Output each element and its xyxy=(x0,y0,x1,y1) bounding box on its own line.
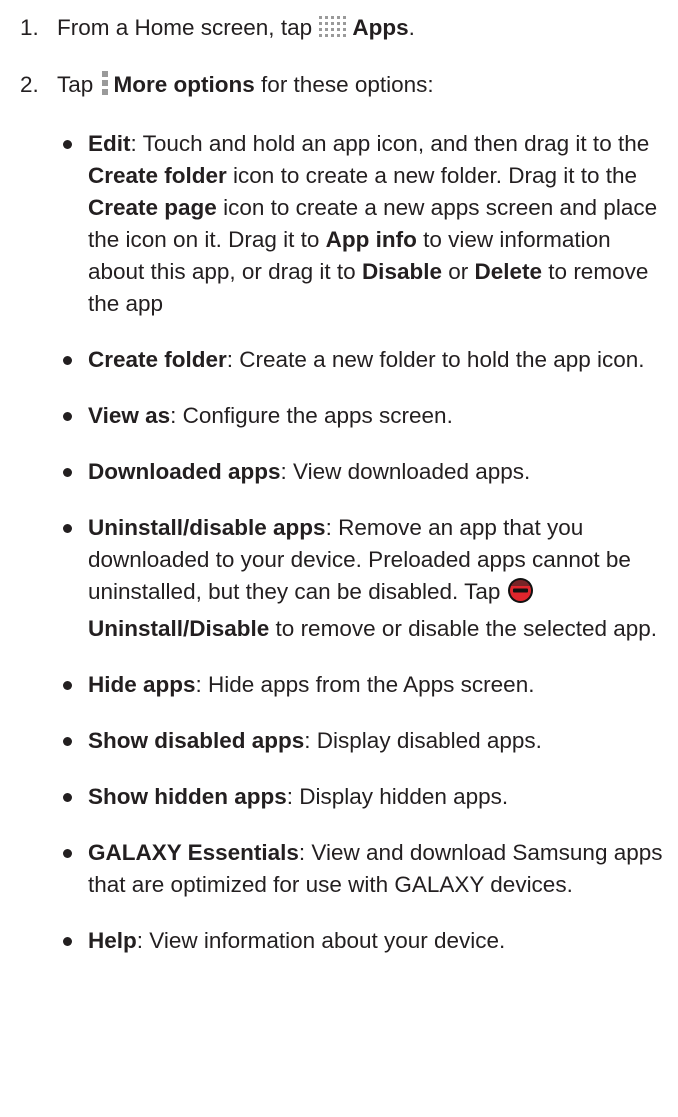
option-item: Create folder: Create a new folder to ho… xyxy=(60,344,672,376)
more-options-icon xyxy=(100,69,110,106)
option-description: : Hide apps from the Apps screen. xyxy=(195,672,535,697)
bullet-dot xyxy=(63,681,72,690)
option-description: : Touch and hold an app icon, and then d… xyxy=(130,131,650,156)
option-description: or xyxy=(441,259,475,284)
option-text: Show disabled apps: Display disabled app… xyxy=(88,725,672,757)
option-text: Help: View information about your device… xyxy=(88,925,672,957)
step-text-before: From a Home screen, tap xyxy=(57,15,313,40)
bullet-dot xyxy=(63,524,72,533)
step-text: Tap More options for these options: xyxy=(57,69,668,106)
option-term: App info xyxy=(325,227,417,252)
option-description: : View information about your device. xyxy=(136,928,506,953)
option-description: to remove or disable the selected app. xyxy=(269,616,658,641)
option-term: Uninstall/Disable xyxy=(88,616,270,641)
option-item: Show hidden apps: Display hidden apps. xyxy=(60,781,672,813)
option-description: icon to create a new folder. Drag it to … xyxy=(226,163,638,188)
step-text-after: for these options: xyxy=(254,72,434,97)
option-text: Uninstall/disable apps: Remove an app th… xyxy=(88,512,672,645)
option-term: Edit xyxy=(88,131,131,156)
step-number: 1. xyxy=(20,15,39,40)
step-text-after: . xyxy=(408,15,415,40)
option-description: : Configure the apps screen. xyxy=(170,403,453,428)
option-term: Create folder xyxy=(88,347,227,372)
instructions-page: 1. From a Home screen, tap Apps. 2. Tap xyxy=(0,0,678,1117)
step-text: From a Home screen, tap Apps. xyxy=(57,12,668,49)
bullet-dot xyxy=(63,849,72,858)
option-item: Edit: Touch and hold an app icon, and th… xyxy=(60,128,672,320)
option-item: View as: Configure the apps screen. xyxy=(60,400,672,432)
option-term: GALAXY Essentials xyxy=(88,840,299,865)
option-description: : Display disabled apps. xyxy=(304,728,542,753)
apps-grid-icon xyxy=(318,14,348,49)
option-text: Show hidden apps: Display hidden apps. xyxy=(88,781,672,813)
option-term: Help xyxy=(88,928,137,953)
option-item: GALAXY Essentials: View and download Sam… xyxy=(60,837,672,901)
option-item: Downloaded apps: View downloaded apps. xyxy=(60,456,672,488)
option-term: Downloaded apps xyxy=(88,459,281,484)
bullet-dot xyxy=(63,356,72,365)
options-list: Edit: Touch and hold an app icon, and th… xyxy=(60,128,672,981)
bullet-dot xyxy=(63,468,72,477)
option-term: Create page xyxy=(88,195,217,220)
option-text: Hide apps: Hide apps from the Apps scree… xyxy=(88,669,672,701)
option-term: Show hidden apps xyxy=(88,784,287,809)
option-item: Show disabled apps: Display disabled app… xyxy=(60,725,672,757)
step-number: 2. xyxy=(20,72,39,97)
bullet-dot xyxy=(63,793,72,802)
bullet-dot xyxy=(63,937,72,946)
option-text: Create folder: Create a new folder to ho… xyxy=(88,344,672,376)
option-description: : Create a new folder to hold the app ic… xyxy=(226,347,645,372)
uninstall-disable-icon xyxy=(507,577,534,613)
option-item: Uninstall/disable apps: Remove an app th… xyxy=(60,512,672,645)
option-description: : Display hidden apps. xyxy=(286,784,509,809)
bullet-dot xyxy=(63,140,72,149)
option-description: : View downloaded apps. xyxy=(280,459,531,484)
option-term: Hide apps xyxy=(88,672,196,697)
option-term: Uninstall/disable apps xyxy=(88,515,326,540)
bullet-dot xyxy=(63,737,72,746)
option-text: Edit: Touch and hold an app icon, and th… xyxy=(88,128,672,320)
option-term: View as xyxy=(88,403,171,428)
option-term: Delete xyxy=(474,259,543,284)
option-item: Hide apps: Hide apps from the Apps scree… xyxy=(60,669,672,701)
option-item: Help: View information about your device… xyxy=(60,925,672,957)
option-text: Downloaded apps: View downloaded apps. xyxy=(88,456,672,488)
option-term: Disable xyxy=(361,259,442,284)
option-term: Create folder xyxy=(88,163,227,188)
bullet-dot xyxy=(63,412,72,421)
step-text-bold: More options xyxy=(113,72,255,97)
step-text-bold: Apps xyxy=(352,15,409,40)
step-text-before: Tap xyxy=(57,72,94,97)
option-text: View as: Configure the apps screen. xyxy=(88,400,672,432)
option-term: Show disabled apps xyxy=(88,728,305,753)
option-text: GALAXY Essentials: View and download Sam… xyxy=(88,837,672,901)
